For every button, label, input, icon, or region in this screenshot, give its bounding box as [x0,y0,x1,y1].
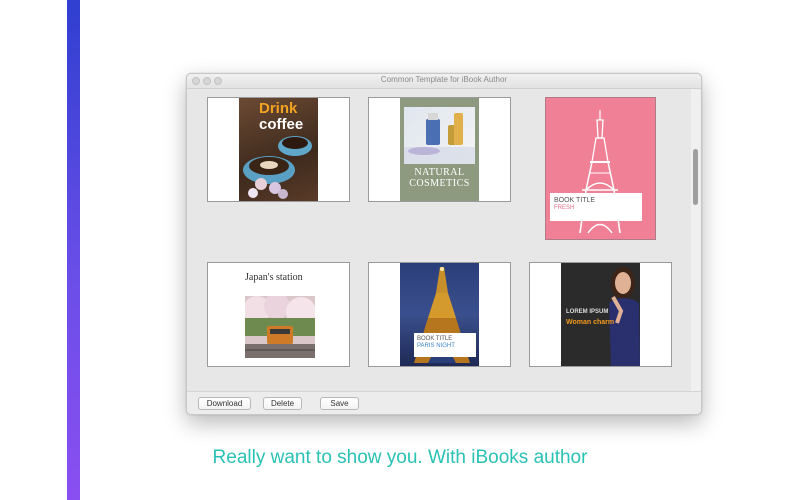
template-card-fresh[interactable]: BOOK TITLE FRESH [545,97,656,240]
cosmetic-bottle-image [404,113,475,164]
cover-title-line1: Japan's station [245,272,303,283]
save-button[interactable]: Save [320,397,359,410]
promo-caption: Really want to show you. With iBooks aut… [212,447,588,468]
template-card-woman-charm[interactable]: LOREM IPSUM Woman charm [529,262,672,367]
template-grid: Drink coffee Natural Cosmeti [187,89,691,391]
template-card-natural-cosmetics[interactable]: Natural Cosmetics [368,97,511,202]
vertical-scrollbar[interactable] [691,89,700,391]
template-cover-image: BOOK TITLE PARIS NIGHT [400,263,479,366]
template-card-japans-station[interactable]: Japan's station [207,262,350,367]
cover-title-line1: BOOK TITLE [417,336,453,342]
download-button[interactable]: Download [198,397,251,410]
cover-title-line1: Drink [259,100,298,117]
cosmetics-photo [404,107,475,164]
left-accent-bar [67,0,80,500]
cover-title-line1: LOREM IPSUM [566,309,609,315]
template-cover-image: LOREM IPSUM Woman charm [561,263,640,366]
template-cover-image: Japan's station [239,263,318,366]
window-titlebar: Common Template for iBook Author [187,74,701,89]
template-card-drink-coffee[interactable]: Drink coffee [207,97,350,202]
cover-title-line2: coffee [259,116,304,133]
cover-title-box: BOOK TITLE FRESH [550,193,642,221]
delete-button[interactable]: Delete [263,397,302,410]
window-footer: Download Delete Save [187,391,701,414]
template-cover-image: Natural Cosmetics [400,98,479,201]
scrollbar-thumb[interactable] [693,149,698,205]
window-title: Common Template for iBook Author [380,75,508,84]
cover-title-line2: PARIS NIGHT [417,343,455,349]
train-photo-image [245,296,315,358]
template-cover-image: BOOK TITLE FRESH [546,98,655,239]
cover-title-line1: Natural [414,167,465,178]
cover-title-line2: Woman charm [566,319,615,326]
cover-title-line2: Cosmetics [409,178,470,189]
cover-title-line2: FRESH [554,205,575,211]
cover-title-box: BOOK TITLE PARIS NIGHT [414,333,476,357]
template-card-paris-night[interactable]: BOOK TITLE PARIS NIGHT [368,262,511,367]
template-cover-image: Drink coffee [239,98,318,201]
cover-title-line1: BOOK TITLE [554,197,596,204]
app-window: Common Template for iBook Author Drink c… [186,73,702,415]
